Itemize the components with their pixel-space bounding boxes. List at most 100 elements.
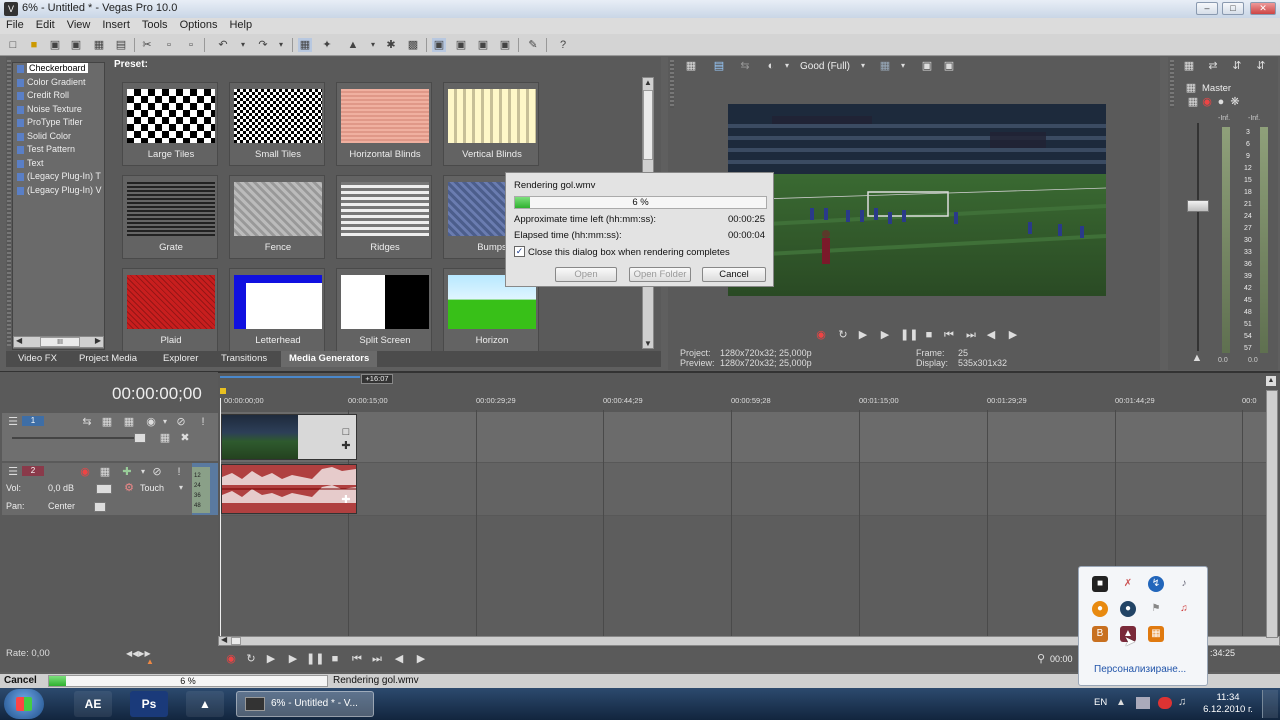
preset-grate[interactable]: Grate [122,175,218,259]
undo-icon[interactable]: ↶ [216,38,230,52]
undo-dropdown-icon[interactable]: ▾ [236,38,250,52]
preview-go-to-end-icon[interactable]: ⏭ [964,328,978,342]
preset-horizontal-blinds[interactable]: Horizontal Blinds [336,82,432,166]
track2-fx-icon[interactable]: ▦ [98,465,112,479]
preview-play-icon[interactable]: ▶ [878,328,892,342]
status-cancel-button[interactable]: Cancel [4,675,37,686]
tray-sound-icon[interactable]: ♪ [1176,576,1192,592]
tray-alert-icon[interactable] [1158,697,1172,709]
video-track-lane[interactable] [220,412,1270,462]
split-screen-view-icon[interactable]: ◐ [764,59,778,73]
tray-expand-icon[interactable]: ▲ [1116,697,1126,708]
tray-bridge-icon[interactable]: B [1092,626,1108,642]
audio-clip[interactable]: ✚ [221,464,357,514]
save-icon[interactable]: ▣ [48,38,62,52]
track1-dropdown-icon[interactable]: ▾ [158,415,172,429]
master-dim-icon[interactable]: ⇵ [1230,59,1244,73]
tray-bluetooth-icon[interactable]: ↯ [1148,576,1164,592]
audio-track-collapse-icon[interactable]: ☰ [6,465,20,479]
overlays-dropdown-icon[interactable]: ▾ [896,59,910,73]
track1-motion-icon[interactable]: ⇆ [80,415,94,429]
automation-dropdown-icon[interactable]: ▾ [174,481,188,495]
track1-child-icon[interactable]: ✖ [178,431,192,445]
track1-lock-icon[interactable]: ! [196,415,210,429]
tree-item-text[interactable]: Text [13,158,104,172]
playhead-cursor[interactable] [220,398,221,638]
master-fader-lock-icon[interactable]: ▲ [1190,351,1204,365]
tray-globe-icon[interactable]: ● [1120,601,1136,617]
preset-scroll-thumb[interactable] [643,90,653,160]
zoom-icon[interactable]: ⚲ [1034,652,1048,666]
tray-speaker-icon[interactable]: ♫ [1178,696,1186,708]
start-button[interactable] [4,689,44,719]
playback-rate[interactable]: Rate: 0,00 [6,648,50,659]
automation-mode[interactable]: Touch [140,483,164,493]
envelope-tool-icon[interactable]: ▣ [454,38,468,52]
save-snapshot-icon[interactable]: ▣ [942,59,956,73]
preset-small-tiles[interactable]: Small Tiles [229,82,325,166]
tray-customize-link[interactable]: Персонализиране... [1094,664,1186,675]
tray-app-icon[interactable]: ■ [1092,576,1108,592]
tray-action-center-icon[interactable]: ⚑ [1148,601,1164,617]
track2-dropdown-icon[interactable]: ▾ [136,465,150,479]
preview-loop-icon[interactable]: ↻ [836,328,850,342]
preview-grip[interactable] [670,60,674,108]
tree-item-solid-color[interactable]: Solid Color [13,131,104,145]
auto-ripple-icon[interactable]: ✦ [320,38,334,52]
whats-this-help-icon[interactable]: ? [556,38,570,52]
clip-fx-icon[interactable]: ✚ [340,439,352,453]
menu-options[interactable]: Options [174,18,224,31]
time-ruler[interactable]: 00:00:00;00 00:00:15;00 00:00:29;29 00:0… [220,396,1270,410]
cancel-render-button[interactable]: Cancel [702,267,766,282]
preset-split-screen[interactable]: Split Screen [336,268,432,352]
track1-level-slider[interactable] [12,437,142,439]
pan-slider-handle[interactable] [94,502,106,512]
preview-prev-frame-icon[interactable]: ◀ [984,328,998,342]
master-grip[interactable] [1170,60,1174,108]
tab-transitions[interactable]: Transitions [221,353,267,364]
render-icon[interactable]: ▦ [92,38,106,52]
play-from-start-icon[interactable]: ▶ [264,652,278,666]
track2-solo-icon[interactable]: ! [172,465,186,479]
master-automation-icon[interactable]: ▦ [1186,95,1200,109]
master-lock-icon[interactable]: ⇵ [1254,59,1268,73]
quality-dropdown-icon[interactable]: ▾ [856,59,870,73]
preview-next-frame-icon[interactable]: ▶ [1006,328,1020,342]
taskbar-active-window[interactable]: 6% - Untitled * - V... [236,691,374,717]
selection-tool-icon[interactable]: ▣ [476,38,490,52]
loop-region-bar[interactable] [220,376,360,378]
taskbar-vegas-icon[interactable]: ▲ [186,691,224,717]
show-desktop-button[interactable] [1262,690,1278,718]
timeline-scroll-thumb[interactable] [231,637,241,645]
menu-help[interactable]: Help [223,18,258,31]
split-view-dropdown-icon[interactable]: ▾ [780,59,794,73]
tab-explorer[interactable]: Explorer [163,353,198,364]
tray-render-icon[interactable]: ▦ [1148,626,1164,642]
menu-insert[interactable]: Insert [96,18,136,31]
rate-slider-handle[interactable]: ▲ [146,658,154,666]
taskbar-clock[interactable]: 11:34 6.12.2010 г. [1200,692,1256,716]
preview-record-icon[interactable]: ◉ [814,328,828,342]
preset-plaid[interactable]: Plaid [122,268,218,352]
overlays-icon[interactable]: ▦ [878,59,892,73]
master-properties-icon[interactable]: ▦ [1182,59,1196,73]
track2-mute-icon[interactable]: ⊘ [150,465,164,479]
tree-item-credit-roll[interactable]: Credit Roll [13,90,104,104]
copy-icon[interactable]: ▫ [162,38,176,52]
audio-clip-fx-icon[interactable]: ✚ [340,493,352,507]
master-fader-handle[interactable] [1187,200,1209,212]
normal-edit-tool-icon[interactable]: ▣ [432,38,446,52]
track1-mute-icon[interactable]: ◉ [144,415,158,429]
cut-icon[interactable]: ✂ [140,38,154,52]
tree-item-legacy-v[interactable]: (Legacy Plug-In) V [13,185,104,199]
preview-properties-icon[interactable]: ▦ [684,59,698,73]
preview-quality-select[interactable]: Good (Full) [800,61,850,72]
track1-parent-icon[interactable]: ▦ [158,431,172,445]
master-arm-icon[interactable]: ◉ [1200,95,1214,109]
preset-ridges[interactable]: Ridges [336,175,432,259]
audio-track-header[interactable]: ☰ 2 ◉ ▦ ✚ ▾ ⊘ ! Vol: 0,0 dB ⚙ Touch ▾ Pa… [2,463,218,515]
language-indicator[interactable]: EN [1094,697,1107,708]
master-mute-icon[interactable]: ● [1214,95,1228,109]
menu-file[interactable]: File [0,18,30,31]
tree-item-legacy-t[interactable]: (Legacy Plug-In) T [13,171,104,185]
